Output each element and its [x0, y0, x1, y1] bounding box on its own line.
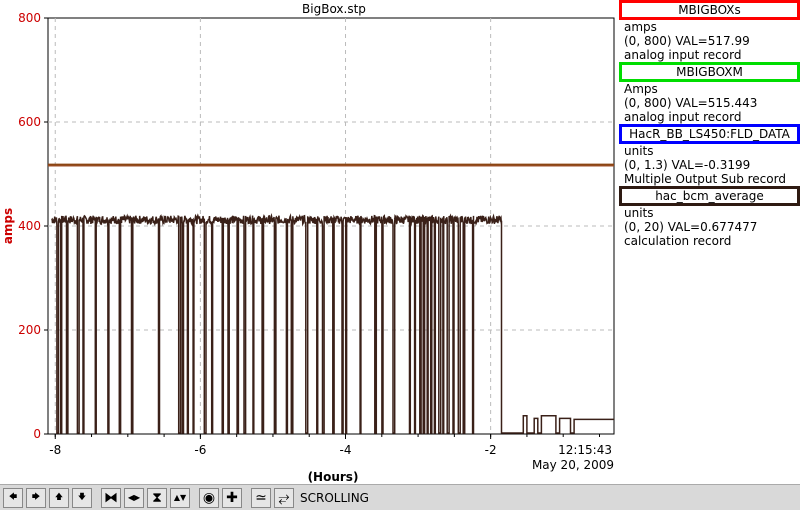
autoscale-button[interactable]: ≃ — [251, 487, 271, 508]
y-tick-label: 600 — [18, 115, 41, 129]
x-tick-label: -8 — [49, 443, 61, 457]
legend-unit: amps — [624, 20, 657, 34]
legend-record-type: calculation record — [624, 234, 732, 248]
legend-record-type: Multiple Output Sub record — [624, 172, 786, 186]
timestamp-date: May 20, 2009 — [532, 458, 614, 472]
scroll-right-button[interactable]: 🡆 — [26, 487, 46, 508]
y-tick-label: 800 — [18, 11, 41, 25]
y-tick-label: 200 — [18, 323, 41, 337]
expand-x-button[interactable]: ◀▶ — [124, 487, 144, 508]
toolbar: 🡄 🡆 🡅 🡇 ⧓ ◀▶ ⧗ ▲▼ ◉ ✚ ≃ ⥂ SCROLLING — [0, 484, 800, 510]
compress-y-button[interactable]: ⧗ — [147, 487, 167, 508]
x-tick-label: -6 — [194, 443, 206, 457]
scroll-left-button[interactable]: 🡄 — [3, 487, 23, 508]
legend-record-type: analog input record — [624, 48, 742, 62]
expand-y-button[interactable]: ▲▼ — [170, 487, 190, 508]
zoom-button[interactable]: ◉ — [199, 487, 219, 508]
scroll-down-button[interactable]: 🡇 — [72, 487, 92, 508]
legend-title[interactable]: hac_bcm_average — [619, 186, 800, 206]
legend-record-type: analog input record — [624, 110, 742, 124]
x-tick-label: -2 — [485, 443, 497, 457]
legend-title[interactable]: MBIGBOXM — [619, 62, 800, 82]
legend-unit: Amps — [624, 82, 658, 96]
mode-label: SCROLLING — [300, 490, 369, 505]
y-tick-label: 0 — [33, 427, 41, 441]
chart-title: BigBox.stp — [302, 2, 366, 16]
x-axis-label: (Hours) — [308, 470, 359, 484]
legend-range-value: (0, 800) VAL=515.443 — [624, 96, 758, 110]
timestamp-time: 12:15:43 — [558, 443, 612, 457]
legend-title[interactable]: MBIGBOXs — [619, 0, 800, 20]
add-button[interactable]: ✚ — [222, 487, 242, 508]
y-axis-label: amps — [1, 208, 15, 244]
y-tick-label: 400 — [18, 219, 41, 233]
legend-unit: units — [624, 144, 654, 158]
toggle-scale-button[interactable]: ⥂ — [274, 487, 294, 508]
scroll-up-button[interactable]: 🡅 — [49, 487, 69, 508]
legend-panel: MBIGBOXs amps (0, 800) VAL=517.99 analog… — [619, 0, 800, 248]
legend-range-value: (0, 1.3) VAL=-0.3199 — [624, 158, 751, 172]
legend-entry-2[interactable]: HacR_BB_LS450:FLD_DATA units (0, 1.3) VA… — [619, 124, 800, 186]
legend-range-value: (0, 800) VAL=517.99 — [624, 34, 750, 48]
legend-range-value: (0, 20) VAL=0.677477 — [624, 220, 758, 234]
legend-entry-3[interactable]: hac_bcm_average units (0, 20) VAL=0.6774… — [619, 186, 800, 248]
legend-unit: units — [624, 206, 654, 220]
legend-entry-1[interactable]: MBIGBOXM Amps (0, 800) VAL=515.443 analo… — [619, 62, 800, 124]
legend-title[interactable]: HacR_BB_LS450:FLD_DATA — [619, 124, 800, 144]
x-tick-label: -4 — [340, 443, 352, 457]
compress-x-button[interactable]: ⧓ — [101, 487, 121, 508]
legend-entry-0[interactable]: MBIGBOXs amps (0, 800) VAL=517.99 analog… — [619, 0, 800, 62]
